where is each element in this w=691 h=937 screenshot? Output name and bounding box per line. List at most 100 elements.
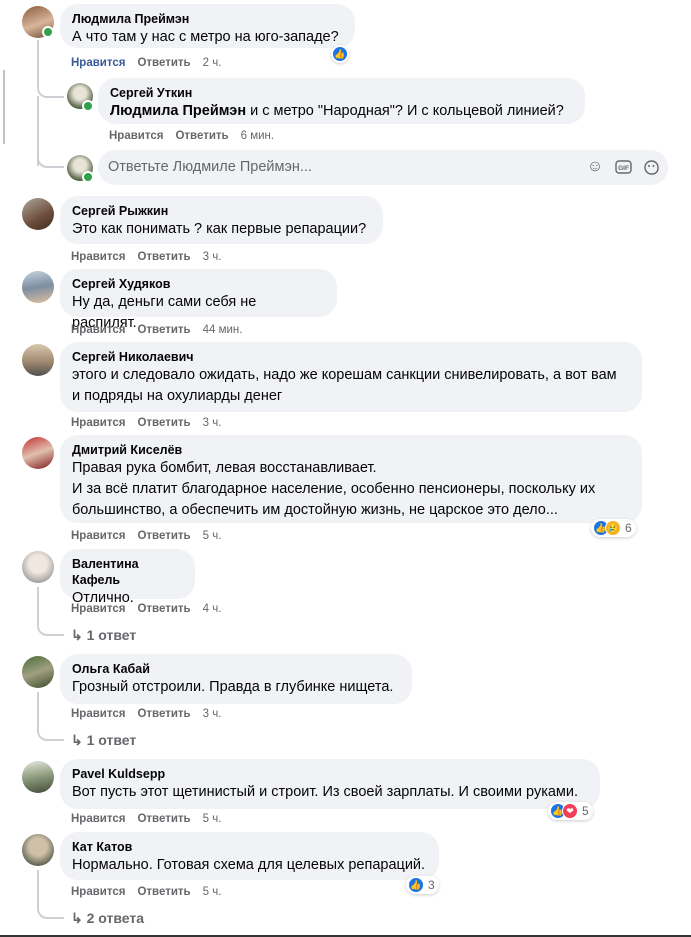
reply-button[interactable]: Ответить — [137, 530, 190, 542]
sad-icon: 😢 — [605, 520, 621, 536]
comment-actions: Нравится Ответить 3 ч. — [71, 251, 233, 263]
comment-text: Вот пусть этот щетинистый и строит. Из с… — [72, 784, 579, 800]
timestamp[interactable]: 3 ч. — [203, 417, 222, 429]
timestamp[interactable]: 6 мин. — [241, 130, 274, 142]
comment-bubble: Сергей Николаевич этого и следовало ожид… — [60, 342, 642, 412]
svg-text:GIF: GIF — [618, 165, 629, 172]
reply-actions: Нравится Ответить 6 мин. — [109, 130, 286, 142]
timestamp[interactable]: 4 ч. — [203, 603, 222, 615]
thread-connector — [37, 614, 64, 636]
comment-bubble: Pavel Kuldsepp Вот пусть этот щетинистый… — [60, 759, 600, 809]
reaction-summary[interactable]: 👍 — [331, 45, 349, 63]
reply-button[interactable]: Ответить — [175, 130, 228, 142]
comment-bubble: Сергей Рыжкин Это как понимать ? как пер… — [60, 196, 383, 244]
avatar[interactable] — [22, 834, 54, 866]
reply-button[interactable]: Ответить — [137, 251, 190, 263]
timestamp[interactable]: 5 ч. — [203, 813, 222, 825]
avatar[interactable] — [22, 656, 54, 688]
avatar[interactable] — [22, 551, 54, 583]
comment-text: и подряды на охулиарды денег — [72, 388, 283, 404]
comment-author[interactable]: Людмила Преймэн — [72, 11, 343, 27]
comment-text: А что там у нас с метро на юго-западе? — [72, 29, 339, 45]
comment-bubble: Сергей Худяков Ну да, деньги сами себя н… — [60, 269, 337, 331]
like-button[interactable]: Нравится — [71, 324, 125, 336]
timestamp[interactable]: 3 ч. — [203, 251, 222, 263]
avatar[interactable] — [22, 437, 54, 469]
comment-author[interactable]: Дмитрий Киселёв — [72, 442, 630, 458]
comment-actions: Нравится Ответить 5 ч. — [71, 530, 233, 542]
comment-text: большинство, а обеспечить им достойную ж… — [72, 502, 558, 518]
reaction-summary[interactable]: 👍 😢 6 — [591, 519, 636, 537]
comment-author[interactable]: Ольга Кабай — [72, 661, 400, 677]
comment-actions: Нравится Ответить 3 ч. — [71, 708, 233, 720]
timestamp[interactable]: 2 ч. — [203, 57, 222, 69]
comment-author[interactable]: Pavel Kuldsepp — [72, 766, 588, 782]
like-button[interactable]: Нравится — [71, 886, 125, 898]
comment-actions: Нравится Ответить 3 ч. — [71, 417, 233, 429]
reply-button[interactable]: Ответить — [137, 603, 190, 615]
thread-connector — [37, 72, 64, 98]
mention-link[interactable]: Людмила Преймэн — [110, 103, 246, 119]
like-button[interactable]: Нравится — [109, 130, 163, 142]
comment-bubble: Валентина Кафель Отлично. — [60, 549, 195, 606]
reply-button[interactable]: Ответить — [137, 813, 190, 825]
emoji-icon[interactable]: ☺ — [586, 158, 604, 176]
reply-button[interactable]: Ответить — [137, 886, 190, 898]
reply-arrow-icon: ↳ — [71, 627, 83, 643]
comment-text: этого и следовало ожидать, надо же кореш… — [72, 367, 617, 383]
like-button[interactable]: Нравится — [71, 417, 125, 429]
reaction-summary[interactable]: 👍 ❤ 5 — [548, 802, 593, 820]
reply-button[interactable]: Ответить — [137, 324, 190, 336]
reaction-count: 5 — [582, 804, 589, 818]
like-button[interactable]: Нравится — [71, 603, 125, 615]
avatar[interactable] — [22, 344, 54, 376]
gif-icon[interactable]: GIF — [614, 158, 632, 176]
reply-button[interactable]: Ответить — [137, 57, 190, 69]
online-status-icon — [82, 100, 94, 112]
comment-text: И за всё платит благодарное население, о… — [72, 481, 596, 497]
timestamp[interactable]: 5 ч. — [203, 530, 222, 542]
reaction-summary[interactable]: 👍 3 — [406, 876, 439, 894]
avatar[interactable] — [22, 761, 54, 793]
like-icon: 👍 — [408, 877, 424, 893]
comment-actions: Нравится Ответить 5 ч. — [71, 813, 233, 825]
reply-input[interactable]: Ответьте Людмиле Преймэн... ☺ GIF — [98, 150, 668, 185]
comment-author[interactable]: Сергей Рыжкин — [72, 203, 371, 219]
comment-bubble: Дмитрий Киселёв Правая рука бомбит, лева… — [60, 435, 642, 523]
like-button[interactable]: Нравится — [71, 813, 125, 825]
timestamp[interactable]: 5 ч. — [203, 886, 222, 898]
reply-button[interactable]: Ответить — [137, 417, 190, 429]
thread-connector — [37, 719, 64, 741]
view-replies-button[interactable]: ↳ 1 ответ — [71, 627, 136, 644]
comment-author[interactable]: Сергей Худяков — [72, 276, 325, 292]
reply-button[interactable]: Ответить — [137, 708, 190, 720]
love-icon: ❤ — [562, 803, 578, 819]
reaction-count: 3 — [428, 878, 435, 892]
reaction-count: 6 — [625, 521, 632, 535]
reply-arrow-icon: ↳ — [71, 732, 83, 748]
reply-arrow-icon: ↳ — [71, 910, 83, 926]
comment-bubble: Людмила Преймэн А что там у нас с метро … — [60, 4, 355, 48]
avatar[interactable] — [22, 271, 54, 303]
comment-actions: Нравится Ответить 5 ч. — [71, 886, 233, 898]
like-button[interactable]: Нравится — [71, 251, 125, 263]
reply-text: Людмила Преймэн и с метро "Народная"? И … — [110, 103, 564, 119]
avatar[interactable] — [22, 198, 54, 230]
comment-author[interactable]: Валентина Кафель — [72, 556, 183, 588]
view-replies-button[interactable]: ↳ 1 ответ — [71, 732, 136, 749]
timestamp[interactable]: 44 мин. — [203, 324, 243, 336]
timestamp[interactable]: 3 ч. — [203, 708, 222, 720]
like-button[interactable]: Нравится — [71, 530, 125, 542]
comment-author[interactable]: Кат Катов — [72, 839, 427, 855]
comment-actions: Нравится Ответить 4 ч. — [71, 603, 233, 615]
thread-line — [37, 587, 39, 617]
sticker-icon[interactable] — [642, 158, 660, 176]
like-button[interactable]: Нравится — [71, 57, 125, 69]
comment-actions: Нравится Ответить 2 ч. — [71, 57, 233, 69]
comment-author[interactable]: Сергей Николаевич — [72, 349, 630, 365]
like-button[interactable]: Нравится — [71, 708, 125, 720]
focus-indicator — [3, 70, 5, 144]
thread-connector — [37, 897, 64, 919]
view-replies-button[interactable]: ↳ 2 ответа — [71, 910, 144, 927]
reply-author[interactable]: Сергей Уткин — [110, 85, 573, 101]
